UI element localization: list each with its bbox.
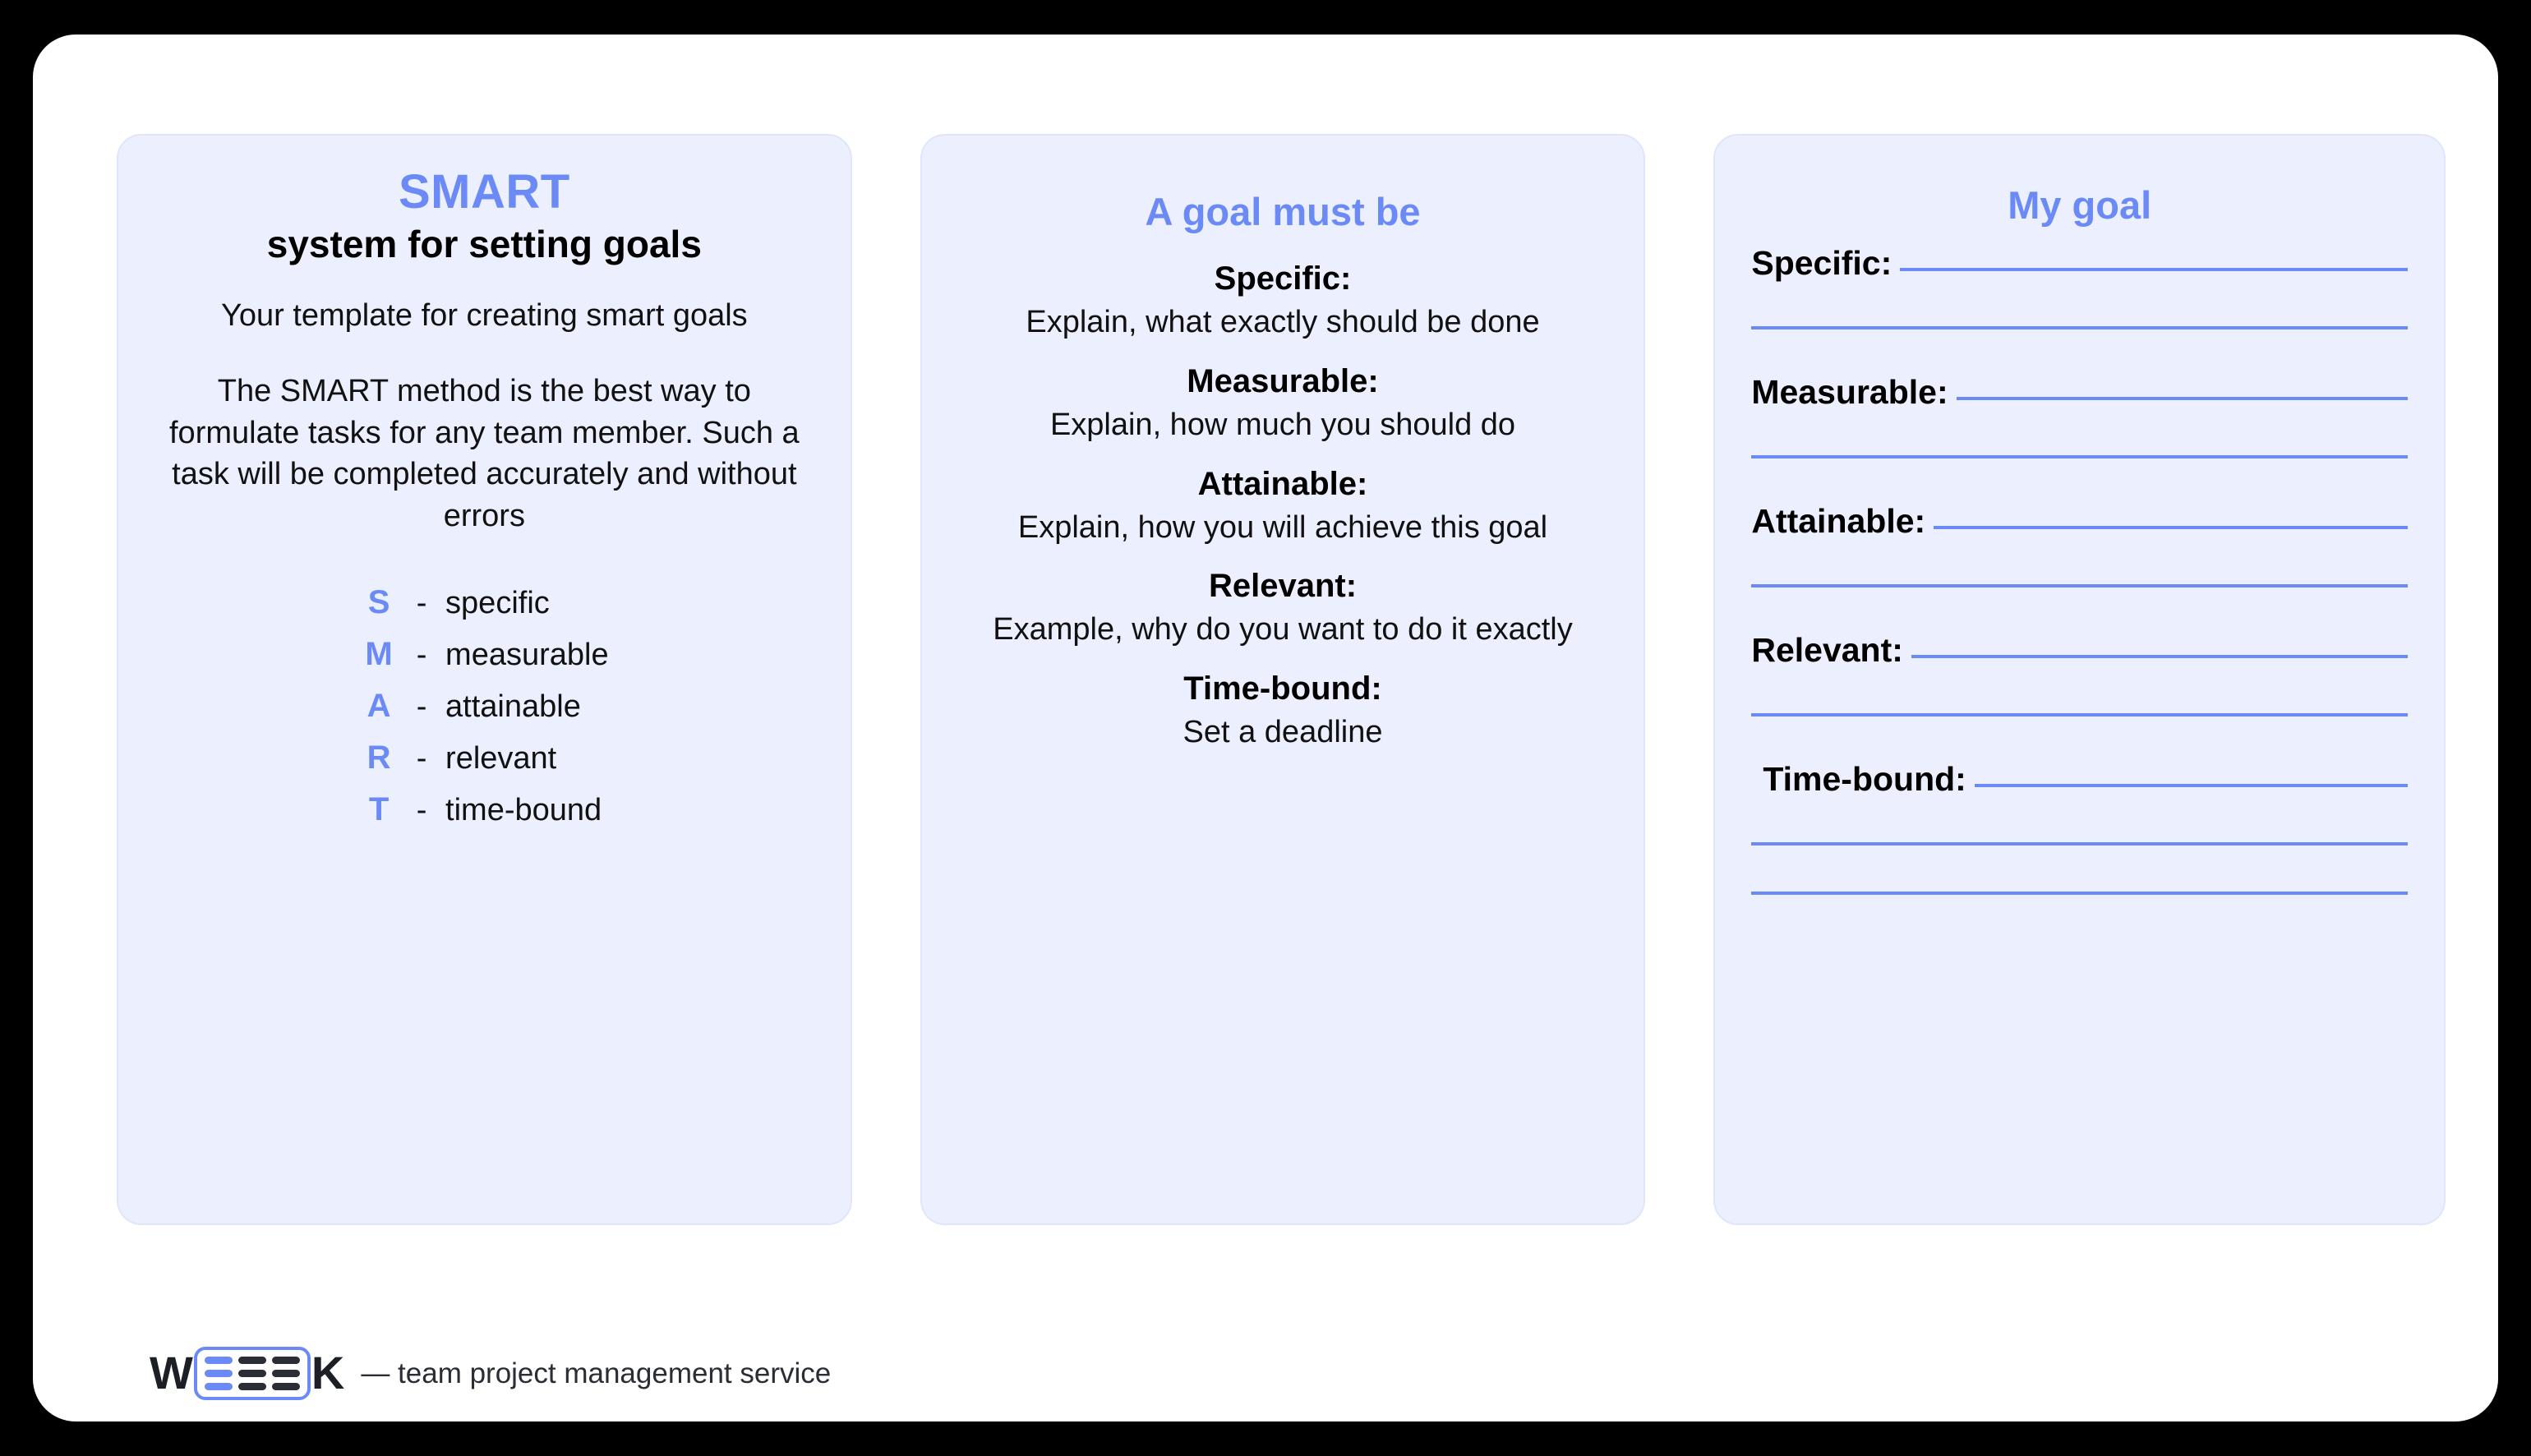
worksheet-field-label: Measurable: (1751, 373, 1948, 412)
page-title: SMART (398, 165, 570, 219)
criteria-item: Time-bound: Set a deadline (955, 668, 1611, 753)
worksheet-write-line[interactable] (1974, 784, 2409, 788)
logo-column (237, 1356, 266, 1390)
acronym-word: time-bound (445, 793, 602, 828)
logo-bar (237, 1382, 266, 1390)
worksheet-field-row: Relevant: (1751, 631, 2409, 670)
logo-column (204, 1356, 233, 1390)
acronym-letter: S (367, 584, 390, 621)
acronym-word: measurable (445, 638, 609, 673)
logo-bar (204, 1369, 233, 1377)
criteria-item: Specific: Explain, what exactly should b… (955, 258, 1611, 343)
worksheet-write-line[interactable] (1751, 326, 2409, 330)
criteria-definition: Explain, what exactly should be done (1026, 305, 1540, 340)
footer-tagline: — team project management service (361, 1357, 832, 1389)
criteria-definition: Set a deadline (1183, 714, 1383, 749)
acronym-word: attainable (445, 689, 581, 725)
intro-paragraph-2: The SMART method is the best way to form… (169, 374, 800, 533)
acronym-letter: T (368, 791, 390, 828)
worksheet-field-attainable: Attainable: (1751, 502, 2409, 588)
acronym-letter: R (367, 740, 391, 776)
criteria-definition: Explain, how you will achieve this goal (1017, 509, 1548, 545)
weeek-logo[interactable]: W K (150, 1346, 345, 1400)
list-item: A - attainable (360, 688, 609, 725)
card-my-goal-worksheet: My goal Specific: Measurable: Attainable… (1713, 134, 2446, 1225)
intro-paragraph-1: Your template for creating smart goals (220, 297, 748, 333)
worksheet-write-line[interactable] (1751, 455, 2409, 459)
criteria-definition: Explain, how much you should do (1049, 407, 1516, 442)
criteria-term: Measurable: (1187, 362, 1379, 399)
list-item: M - measurable (360, 636, 609, 673)
worksheet-write-line[interactable] (1751, 584, 2409, 588)
worksheet-field-relevant: Relevant: (1751, 631, 2409, 717)
logo-bar (237, 1369, 266, 1377)
criteria-item: Measurable: Explain, how much you should… (955, 361, 1611, 445)
logo-letter-k: K (311, 1347, 345, 1398)
logo-bar (271, 1356, 300, 1364)
worksheet-field-label: Attainable: (1751, 502, 1926, 541)
page-sheet: SMART system for setting goals Your temp… (33, 35, 2498, 1421)
weeek-grid-icon (193, 1346, 311, 1400)
criteria-title: A goal must be (1145, 190, 1421, 233)
logo-bar (237, 1356, 266, 1364)
smart-acronym-list: S - specific M - measurable A - attainab… (360, 584, 609, 828)
list-item: S - specific (360, 584, 609, 621)
worksheet-field-row: Attainable: (1751, 502, 2409, 541)
worksheet-title: My goal (2008, 183, 2152, 227)
worksheet-write-line[interactable] (1911, 655, 2409, 659)
logo-bar (204, 1382, 233, 1390)
worksheet-field-row: Measurable: (1751, 373, 2409, 412)
acronym-dash: - (416, 741, 427, 776)
logo-bar (204, 1356, 233, 1364)
acronym-word: specific (445, 586, 550, 621)
acronym-dash: - (416, 689, 427, 725)
card-smart-intro: SMART system for setting goals Your temp… (117, 134, 852, 1225)
acronym-letter: M (365, 636, 393, 673)
acronym-letter: A (367, 688, 391, 725)
acronym-dash: - (416, 586, 427, 621)
worksheet-write-line[interactable] (1900, 268, 2409, 272)
worksheet-field-time-bound: Time-bound: (1751, 760, 2409, 896)
criteria-term: Attainable: (1197, 465, 1368, 502)
logo-bar (271, 1382, 300, 1390)
worksheet-field-label: Specific: (1751, 244, 1892, 283)
criteria-term: Relevant: (1208, 568, 1358, 605)
worksheet-field-label: Relevant: (1751, 631, 1903, 670)
criteria-term: Time-bound: (1183, 670, 1382, 707)
worksheet-write-line[interactable] (1751, 842, 2409, 846)
criteria-definition: Example, why do you want to do it exactl… (993, 612, 1573, 647)
worksheet-field-label: Time-bound: (1763, 760, 1966, 799)
list-item: T - time-bound (360, 791, 609, 828)
worksheet-field-row: Time-bound: (1751, 760, 2409, 799)
acronym-dash: - (416, 638, 427, 673)
criteria-item: Relevant: Example, why do you want to do… (955, 565, 1611, 650)
list-item: R - relevant (360, 740, 609, 776)
cards-row: SMART system for setting goals Your temp… (117, 134, 2446, 1225)
worksheet-write-line[interactable] (1751, 713, 2409, 717)
worksheet-field-measurable: Measurable: (1751, 373, 2409, 459)
logo-bar (271, 1369, 300, 1377)
worksheet-write-line[interactable] (1956, 397, 2409, 401)
page-subtitle: system for setting goals (266, 223, 702, 265)
criteria-term: Specific: (1214, 260, 1352, 297)
acronym-word: relevant (445, 741, 557, 776)
logo-letter-w: W (150, 1347, 193, 1398)
worksheet-field-row: Specific: (1751, 244, 2409, 283)
worksheet-write-line[interactable] (1751, 892, 2409, 896)
criteria-item: Attainable: Explain, how you will achiev… (955, 463, 1611, 548)
card-goal-criteria: A goal must be Specific: Explain, what e… (920, 134, 1646, 1225)
worksheet-field-specific: Specific: (1751, 244, 2409, 330)
logo-column (271, 1356, 300, 1390)
worksheet-write-line[interactable] (1934, 526, 2409, 530)
acronym-dash: - (416, 793, 427, 828)
footer: W K — team project management service (150, 1344, 831, 1402)
